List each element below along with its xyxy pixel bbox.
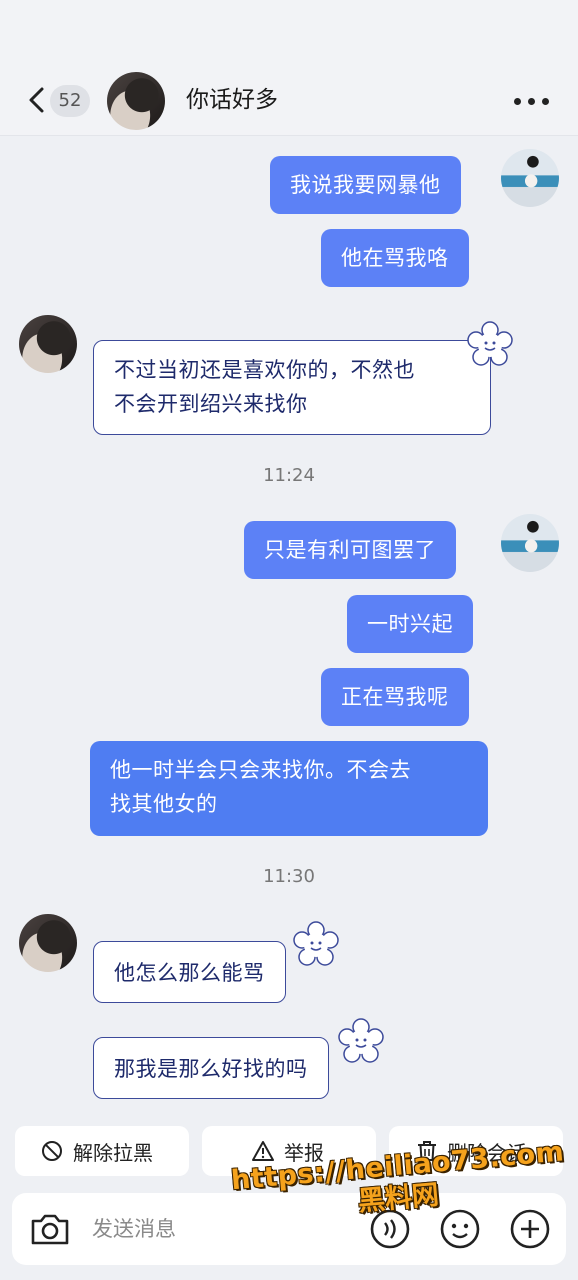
my-message-bubble[interactable]: 一时兴起 (347, 595, 473, 653)
message-text-line: 不过当初还是喜欢你的，不然也 (114, 358, 415, 382)
unblock-label: 解除拉黑 (73, 1140, 153, 1165)
back-chevron-icon[interactable] (26, 86, 46, 114)
plus-icon[interactable] (508, 1207, 552, 1251)
message-text: 他怎么那么能骂 (114, 961, 265, 985)
my-message-bubble[interactable]: 只是有利可图罢了 (244, 521, 456, 579)
message-text-line: 他一时半会只会来找你。不会去 (110, 758, 411, 782)
contact-avatar[interactable] (107, 72, 165, 130)
block-icon (42, 1141, 62, 1161)
message-text: 他在骂我咯 (341, 246, 449, 270)
message-text: 只是有利可图罢了 (264, 538, 436, 562)
message-text: 我说我要网暴他 (290, 173, 441, 197)
my-message-bubble[interactable]: 他在骂我咯 (321, 229, 469, 287)
peer-message-bubble[interactable]: 那我是那么好找的吗 (93, 1037, 329, 1099)
contact-avatar[interactable] (19, 315, 77, 373)
message-text-line: 找其他女的 (110, 792, 218, 816)
flower-sticker-icon (338, 1018, 384, 1063)
message-text: 一时兴起 (367, 612, 453, 636)
emoji-icon[interactable] (438, 1207, 482, 1251)
message-text: 那我是那么好找的吗 (114, 1057, 308, 1081)
my-message-bubble[interactable]: 我说我要网暴他 (270, 156, 461, 214)
message-text: 正在骂我呢 (341, 685, 449, 709)
my-message-bubble[interactable]: 正在骂我呢 (321, 668, 469, 726)
contact-avatar[interactable] (19, 914, 77, 972)
peer-message-bubble[interactable]: 他怎么那么能骂 (93, 941, 286, 1003)
timestamp: 11:24 (263, 465, 315, 486)
message-text-line: 不会开到绍兴来找你 (114, 392, 308, 416)
my-avatar[interactable] (501, 514, 559, 572)
my-message-bubble[interactable]: 他一时半会只会来找你。不会去 找其他女的 (90, 741, 488, 836)
more-icon[interactable] (514, 98, 550, 106)
chat-header: 52 你话好多 (0, 0, 578, 136)
chat-title[interactable]: 你话好多 (186, 84, 278, 116)
warning-icon (252, 1141, 274, 1161)
flower-sticker-icon (467, 321, 513, 366)
camera-icon[interactable] (28, 1207, 72, 1251)
unread-count-badge[interactable]: 52 (50, 85, 90, 117)
timestamp: 11:30 (263, 866, 315, 887)
unblock-button[interactable]: 解除拉黑 (15, 1126, 189, 1176)
my-avatar[interactable] (501, 149, 559, 207)
flower-sticker-icon (293, 921, 339, 966)
peer-message-bubble[interactable]: 不过当初还是喜欢你的，不然也 不会开到绍兴来找你 (93, 340, 491, 435)
